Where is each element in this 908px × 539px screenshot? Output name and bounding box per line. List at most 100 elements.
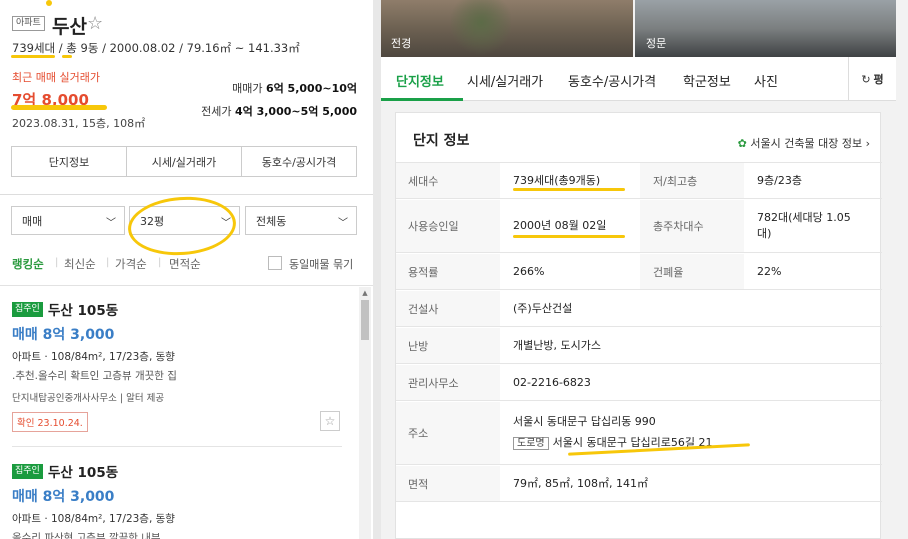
row-value: 9층/23층	[757, 173, 802, 187]
listing-name: 두산 105동	[48, 465, 119, 481]
sort-ranking[interactable]: 랭킹순	[12, 256, 44, 272]
tab-unit-price[interactable]: 동호수/공시가격	[568, 71, 656, 90]
tab-market-price[interactable]: 시세/실거래가	[467, 71, 543, 90]
divider: |	[106, 257, 110, 268]
row-key: 사용승인일	[396, 200, 500, 252]
table-row: 면적 79㎡, 85㎡, 108㎡, 141㎡	[396, 466, 882, 502]
photo-tree	[451, 0, 511, 57]
dong-select[interactable]: 전체동 ﹀	[245, 206, 357, 235]
listing-description: 올수리 파산형 고층뷰 깔끔한 내부	[12, 532, 161, 539]
sort-area[interactable]: 면적순	[169, 256, 201, 272]
sale-range-value: 6억 5,000~10억	[265, 82, 357, 95]
confirm-date-badge: 확인 23.10.24.	[12, 412, 88, 432]
divider: |	[158, 257, 162, 268]
row-key: 면적	[396, 466, 500, 501]
listing-info: 아파트 · 108/84m², 17/23층, 동향	[12, 513, 175, 525]
pyeong-label: 평	[873, 73, 884, 86]
row-key: 관리사무소	[396, 365, 500, 400]
row-value: 79㎡, 85㎡, 108㎡, 141㎡	[513, 476, 648, 490]
tab-school-info[interactable]: 학군정보	[683, 71, 731, 90]
highlight-underline	[513, 188, 625, 191]
right-tab-bar: 단지정보 시세/실거래가 동호수/공시가격 학군정보 사진 ↻ 평	[381, 57, 896, 101]
chevron-right-icon: ›	[865, 137, 870, 150]
group-same-label: 동일매물 묶기	[289, 258, 354, 271]
row-key: 용적률	[396, 254, 500, 289]
tab-unit-price[interactable]: 동호수/공시가격	[242, 147, 356, 176]
listing-price: 매매 8억 3,000	[12, 489, 115, 505]
photo-caption: 정문	[646, 37, 667, 50]
tab-complex-info[interactable]: 단지정보	[396, 71, 444, 90]
trade-type-select[interactable]: 매매 ﹀	[11, 206, 125, 235]
highlight-underline	[513, 235, 625, 238]
recent-price-label: 최근 매매 실거래가	[12, 71, 100, 84]
table-row: 세대수 739세대(총9개동) 저/최고층 9층/23층	[396, 163, 882, 199]
rent-range-value: 4억 3,000~5억 5,000	[234, 105, 357, 118]
row-key: 건설사	[396, 291, 500, 326]
chevron-down-icon: ﹀	[338, 218, 348, 229]
owner-badge: 집주인	[12, 464, 43, 479]
road-name-tag: 도로명	[513, 437, 549, 450]
type-badge: 아파트	[12, 16, 45, 31]
listing-agent: 단지내탑공인중개사사무소 | 알터 제공	[12, 393, 165, 404]
lot-address: 서울시 동대문구 답십리동 990	[513, 415, 656, 428]
complex-name: 두산	[52, 16, 87, 38]
sort-latest[interactable]: 최신순	[64, 256, 96, 272]
divider	[0, 194, 373, 195]
photo-exterior[interactable]: 전경	[381, 0, 633, 57]
complex-summary: 739세대 / 총 9동 / 2000.08.02 / 79.16㎡ ~ 141…	[12, 41, 300, 55]
row-key: 저/최고층	[640, 163, 744, 198]
sort-price[interactable]: 가격순	[115, 256, 147, 272]
highlight-underline	[11, 55, 55, 58]
photo-gate[interactable]: 정문	[635, 0, 896, 57]
row-value: 개별난방, 도시가스	[513, 338, 601, 352]
refresh-icon: ↻	[861, 72, 871, 86]
row-value: 2000년 08월 02일	[513, 219, 607, 232]
card-title: 단지 정보	[413, 133, 470, 149]
list-item[interactable]: 집주인 두산 105동 매매 8억 3,000 아파트 · 108/84m², …	[12, 464, 347, 539]
rent-label: 전세가	[201, 105, 232, 118]
row-key: 세대수	[396, 163, 500, 198]
jeonse-price-range: 전세가 4억 3,000~5억 5,000	[201, 103, 357, 119]
address-cell: 서울시 동대문구 답십리동 990 도로명 서울시 동대문구 답십리로56길 21	[500, 402, 880, 464]
panel-divider[interactable]	[373, 0, 381, 539]
sale-price-range: 매매가 6억 5,000~10억	[232, 80, 357, 96]
table-row: 관리사무소 02-2216-6823	[396, 365, 882, 401]
row-value: 02-2216-6823	[513, 375, 591, 389]
right-panel: 전경 정문 단지정보 시세/실거래가 동호수/공시가격 학군정보 사진 ↻ 평 …	[381, 0, 908, 539]
row-key: 난방	[396, 328, 500, 363]
list-item[interactable]: 집주인 두산 105동 매매 8억 3,000 아파트 · 108/84m², …	[12, 302, 347, 442]
row-value: 266%	[513, 264, 545, 278]
info-table: 세대수 739세대(총9개동) 저/최고층 9층/23층 사용승인일 2000년…	[396, 162, 882, 502]
listing-description: .추천.올수리 확트인 고층뷰 개끗한 집	[12, 370, 177, 382]
building-registry-link[interactable]: ✿ 서울시 건축물 대장 정보 ›	[738, 135, 870, 151]
highlight-circle	[126, 193, 238, 259]
favorite-star-icon[interactable]: ☆	[87, 13, 103, 34]
divider	[0, 285, 373, 286]
listing-info: 아파트 · 108/84m², 17/23층, 동향	[12, 351, 175, 363]
sale-label: 매매가	[232, 82, 263, 95]
tab-photos[interactable]: 사진	[754, 71, 778, 90]
row-key: 주소	[396, 402, 500, 464]
highlight-underline	[11, 105, 107, 110]
pyeong-toggle-button[interactable]: ↻ 평	[848, 57, 896, 101]
dong-value: 전체동	[256, 214, 287, 228]
tab-market-price[interactable]: 시세/실거래가	[127, 147, 242, 176]
scroll-up-arrow-icon[interactable]: ▲	[359, 287, 371, 299]
listing-price: 매매 8억 3,000	[12, 327, 115, 343]
row-key: 건폐율	[640, 254, 744, 289]
complex-info-card: 단지 정보 ✿ 서울시 건축물 대장 정보 › 세대수 739세대(총9개동) …	[395, 112, 882, 539]
row-key: 총주차대수	[640, 200, 744, 252]
row-value: 22%	[757, 264, 782, 278]
highlight-underline	[62, 55, 72, 58]
table-row: 용적률 266% 건폐율 22%	[396, 254, 882, 290]
chevron-down-icon: ﹀	[106, 218, 116, 229]
star-icon[interactable]: ☆	[320, 411, 340, 431]
active-tab-underline	[381, 98, 463, 101]
tab-complex-info[interactable]: 단지정보	[12, 147, 127, 176]
table-row: 건설사 (주)두산건설	[396, 291, 882, 327]
scrollbar-thumb[interactable]	[361, 300, 369, 340]
owner-badge: 집주인	[12, 302, 43, 317]
table-row: 사용승인일 2000년 08월 02일 총주차대수 782대(세대당 1.05대…	[396, 200, 882, 253]
highlight-mark	[46, 0, 52, 6]
group-same-checkbox[interactable]	[268, 256, 282, 270]
